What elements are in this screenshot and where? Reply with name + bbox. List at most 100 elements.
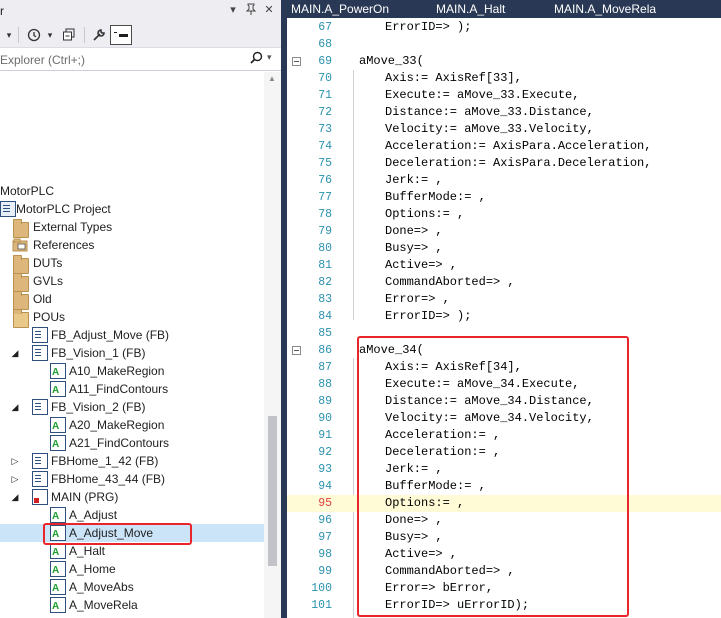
tree-item-a-adjust[interactable]: A_Adjust xyxy=(0,506,264,524)
code-line[interactable]: 89 Distance:= aMove_34.Distance, xyxy=(287,393,721,410)
code-line[interactable]: 71 Execute:= aMove_33.Execute, xyxy=(287,87,721,104)
tree-item-a-moveabs[interactable]: A_MoveAbs xyxy=(0,578,264,596)
panel-dropdown-icon[interactable]: ▾ xyxy=(226,3,240,17)
project-icon xyxy=(0,201,16,217)
code-line[interactable]: 88 Execute:= aMove_34.Execute, xyxy=(287,376,721,393)
action-icon xyxy=(50,543,66,559)
code-line[interactable]: 75 Deceleration:= AxisPara.Deceleration, xyxy=(287,155,721,172)
tree-item-label: A10_MakeRegion xyxy=(69,364,165,378)
code-line[interactable]: 81 Active=> , xyxy=(287,257,721,274)
code-line[interactable]: 84 ErrorID=> ); xyxy=(287,308,721,325)
code-line[interactable]: 83 Error=> , xyxy=(287,291,721,308)
search-icon[interactable] xyxy=(250,51,263,68)
tree-item-a-adjust-move[interactable]: A_Adjust_Move xyxy=(0,524,264,542)
tree-item-fbhome-1-42[interactable]: ▷ FBHome_1_42 (FB) xyxy=(0,452,264,470)
code-line[interactable]: 91 Acceleration:= , xyxy=(287,427,721,444)
code-text: Deceleration:= , xyxy=(385,445,501,459)
tree-item-old[interactable]: Old xyxy=(0,290,264,310)
code-text: CommandAborted=> , xyxy=(385,564,515,578)
tab-main-a-poweron[interactable]: MAIN.A_PowerOn xyxy=(291,0,389,18)
tree-item-duts[interactable]: DUTs xyxy=(0,254,264,274)
code-line[interactable]: 100 Error=> bError, xyxy=(287,580,721,597)
search-options-dropdown-icon[interactable]: ▾ xyxy=(267,52,272,63)
tree-item-label: A_Halt xyxy=(69,544,106,558)
code-line[interactable]: 93 Jerk:= , xyxy=(287,461,721,478)
code-editor[interactable]: 67 ErrorID=> ); 68 69 aMove_33( 70 Axis:… xyxy=(287,18,721,618)
tree-item-external-types[interactable]: External Types xyxy=(0,218,264,238)
pin-icon[interactable] xyxy=(244,3,258,17)
tree-item-a21-findcontours[interactable]: A21_FindContours xyxy=(0,434,264,452)
code-line[interactable]: 76 Jerk:= , xyxy=(287,172,721,189)
expanded-arrow-icon[interactable]: ◢ xyxy=(10,347,20,359)
expanded-arrow-icon[interactable]: ◢ xyxy=(10,491,20,503)
history-dropdown-icon[interactable]: ▾ xyxy=(46,25,54,45)
collapsed-arrow-icon[interactable]: ▷ xyxy=(10,455,20,467)
preview-toggle-icon[interactable] xyxy=(110,25,132,45)
code-line[interactable]: 82 CommandAborted=> , xyxy=(287,274,721,291)
code-line[interactable]: 77 BufferMode:= , xyxy=(287,189,721,206)
code-line[interactable]: 87 Axis:= AxisRef[34], xyxy=(287,359,721,376)
tree-item-motorplc-project[interactable]: MotorPLC Project xyxy=(0,200,264,218)
code-line[interactable]: 99 CommandAborted=> , xyxy=(287,563,721,580)
collapse-all-icon[interactable] xyxy=(60,25,78,45)
tab-main-a-halt[interactable]: MAIN.A_Halt xyxy=(436,0,505,18)
scroll-up-icon[interactable]: ▲ xyxy=(268,74,276,83)
tree-item-a-halt[interactable]: A_Halt xyxy=(0,542,264,560)
code-line[interactable]: 90 Velocity:= aMove_34.Velocity, xyxy=(287,410,721,427)
code-line[interactable]: 79 Done=> , xyxy=(287,223,721,240)
code-line[interactable]: 70 Axis:= AxisRef[33], xyxy=(287,70,721,87)
tree-item-fb-adjust-move[interactable]: FB_Adjust_Move (FB) xyxy=(0,326,264,344)
code-line[interactable]: 68 xyxy=(287,36,721,53)
action-icon xyxy=(50,417,66,433)
code-text: Done=> , xyxy=(385,513,443,527)
search-input[interactable] xyxy=(0,51,240,69)
code-line[interactable]: 85 xyxy=(287,325,721,342)
tree-item-label: FBHome_1_42 (FB) xyxy=(51,454,159,468)
code-line[interactable]: 92 Deceleration:= , xyxy=(287,444,721,461)
code-line[interactable]: 101 ErrorID=> uErrorID); xyxy=(287,597,721,614)
pou-icon xyxy=(32,453,48,469)
code-line[interactable]: 80 Busy=> , xyxy=(287,240,721,257)
code-line[interactable]: 98 Active=> , xyxy=(287,546,721,563)
code-line[interactable]: 73 Velocity:= aMove_33.Velocity, xyxy=(287,121,721,138)
tree-item-pous[interactable]: POUs xyxy=(0,308,264,328)
code-line[interactable]: 86 aMove_34( xyxy=(287,342,721,359)
tree-item-label: FB_Vision_2 (FB) xyxy=(51,400,146,414)
expanded-arrow-icon[interactable]: ◢ xyxy=(10,401,20,413)
tree-item-a10-makeregion[interactable]: A10_MakeRegion xyxy=(0,362,264,380)
tree-item-a11-findcontours[interactable]: A11_FindContours xyxy=(0,380,264,398)
tree-item-motorplc[interactable]: MotorPLC xyxy=(0,182,264,200)
tree-item-main-prg[interactable]: ◢ MAIN (PRG) xyxy=(0,488,264,506)
collapsed-arrow-icon[interactable]: ▷ xyxy=(10,473,20,485)
tree-item-a-moverela[interactable]: A_MoveRela xyxy=(0,596,264,614)
tree-item-a20-makeregion[interactable]: A20_MakeRegion xyxy=(0,416,264,434)
code-line[interactable]: 78 Options:= , xyxy=(287,206,721,223)
code-line[interactable]: 67 ErrorID=> ); xyxy=(287,19,721,36)
tree-item-gvls[interactable]: GVLs xyxy=(0,272,264,292)
tree-item-references[interactable]: References xyxy=(0,236,264,254)
code-line[interactable]: 69 aMove_33( xyxy=(287,53,721,70)
tree-scrollbar[interactable]: ▲ xyxy=(264,72,281,618)
line-number: 99 xyxy=(318,565,332,578)
current-code-line[interactable]: 95 Options:= , xyxy=(287,495,721,512)
chevron-down-icon[interactable]: ▾ xyxy=(4,25,14,45)
tree-item-fbhome-43-44[interactable]: ▷ FBHome_43_44 (FB) xyxy=(0,470,264,488)
code-line[interactable]: 74 Acceleration:= AxisPara.Acceleration, xyxy=(287,138,721,155)
close-icon[interactable]: ✕ xyxy=(262,3,276,17)
tree-item-a-home[interactable]: A_Home xyxy=(0,560,264,578)
code-line[interactable]: 96 Done=> , xyxy=(287,512,721,529)
tree-item-fb-vision-1[interactable]: ◢ FB_Vision_1 (FB) xyxy=(0,344,264,362)
code-text: ErrorID=> ); xyxy=(385,309,472,323)
line-number: 98 xyxy=(318,548,332,561)
code-text: Active=> , xyxy=(385,547,458,561)
code-text: Busy=> , xyxy=(385,530,443,544)
scrollbar-thumb[interactable] xyxy=(268,416,277,566)
tree-item-fb-vision-2[interactable]: ◢ FB_Vision_2 (FB) xyxy=(0,398,264,416)
action-icon xyxy=(50,561,66,577)
tab-main-a-moverela[interactable]: MAIN.A_MoveRela xyxy=(554,0,656,18)
code-line[interactable]: 72 Distance:= aMove_33.Distance, xyxy=(287,104,721,121)
history-icon[interactable] xyxy=(24,25,44,45)
code-line[interactable]: 94 BufferMode:= , xyxy=(287,478,721,495)
properties-wrench-icon[interactable] xyxy=(90,25,108,45)
code-line[interactable]: 97 Busy=> , xyxy=(287,529,721,546)
